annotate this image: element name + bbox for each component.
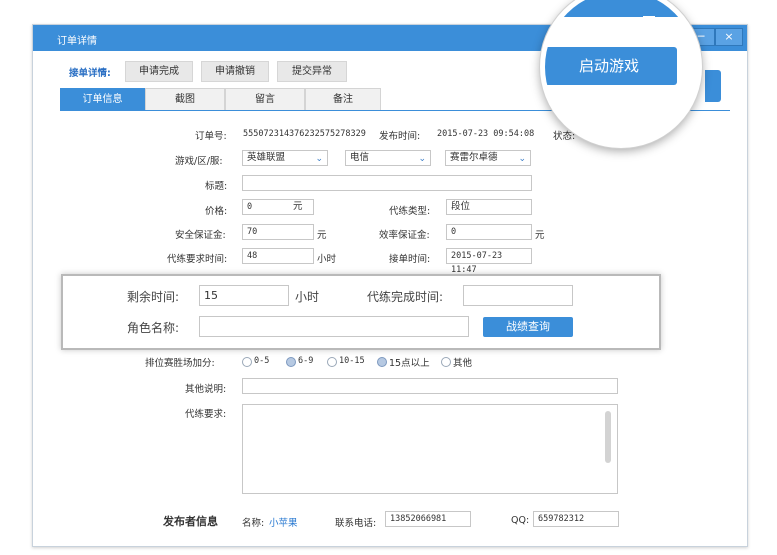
radio-option[interactable] xyxy=(327,357,337,367)
publish-time-value: 2015-07-23 09:54:08 xyxy=(437,129,535,139)
requirement-label: 代练要求: xyxy=(185,409,227,420)
note-label: 其他说明: xyxy=(185,384,227,395)
price-input[interactable]: 0 元 xyxy=(242,199,314,215)
publisher-phone-value: 13852066981 xyxy=(385,511,471,527)
deposit-unit: 元 xyxy=(317,230,327,241)
toolbar-label: 接单详情: xyxy=(69,68,111,79)
type-label: 代练类型: xyxy=(389,206,431,217)
publisher-name-link[interactable]: 小苹果 xyxy=(269,515,298,529)
server-select-value: 赛雷尔卓德 xyxy=(450,152,498,163)
chevron-down-icon: ⌄ xyxy=(315,154,323,164)
radio-option[interactable] xyxy=(377,357,387,367)
tab-screenshot[interactable]: 截图 xyxy=(145,88,225,110)
radio-option[interactable] xyxy=(242,357,252,367)
bonus-label: 排位赛胜场加分: xyxy=(145,358,215,369)
radio-label: 0-5 xyxy=(254,356,270,366)
publisher-name-label: 名称: xyxy=(242,518,265,529)
requirement-textarea[interactable] xyxy=(242,404,618,494)
server-select[interactable]: 赛雷尔卓德 ⌄ xyxy=(445,150,531,166)
radio-label: 6-9 xyxy=(298,356,314,366)
accept-time-input[interactable]: 2015-07-23 11:47 xyxy=(446,248,532,275)
deposit-label: 安全保证金: xyxy=(175,230,226,241)
req-time-label: 代练要求时间: xyxy=(167,254,228,265)
title-label: 标题: xyxy=(205,181,228,192)
launch-game-button[interactable]: 启动游戏 xyxy=(545,47,677,85)
type-input[interactable]: 段位 xyxy=(446,199,532,215)
order-no-value: 555072314376232575278329 xyxy=(243,129,366,139)
price-label: 价格: xyxy=(205,206,228,217)
apply-cancel-button[interactable]: 申请撤销 xyxy=(201,61,269,82)
finish-time-input[interactable] xyxy=(463,285,573,306)
eff-deposit-unit: 元 xyxy=(535,230,545,241)
tab-remark[interactable]: 备注 xyxy=(305,88,381,110)
region-select[interactable]: 电信 ⌄ xyxy=(345,150,431,166)
radio-label: 其他 xyxy=(453,358,473,369)
apply-complete-button[interactable]: 申请完成 xyxy=(125,61,193,82)
window-title: 订单详情 xyxy=(57,36,97,47)
order-no-label: 订单号: xyxy=(195,131,227,142)
eff-deposit-label: 效率保证金: xyxy=(379,230,430,241)
deposit-input[interactable]: 70 xyxy=(242,224,314,240)
remain-time-input[interactable]: 15 xyxy=(199,285,289,306)
price-unit: 元 xyxy=(293,201,303,212)
game-select-value: 英雄联盟 xyxy=(247,152,286,163)
publish-time-label: 发布时间: xyxy=(379,131,421,142)
chevron-down-icon: ⌄ xyxy=(518,154,526,164)
role-name-input[interactable] xyxy=(199,316,469,337)
eff-deposit-input[interactable]: 0 xyxy=(446,224,532,240)
tab-order-info[interactable]: 订单信息 xyxy=(60,88,145,110)
remain-time-unit: 小时 xyxy=(295,290,320,304)
price-value: 0 xyxy=(247,202,253,212)
req-time-input[interactable]: 48 xyxy=(242,248,314,264)
chevron-down-icon: ⌄ xyxy=(418,154,426,164)
highlight-panel: 剩余时间: 15 小时 代练完成时间: 角色名称: 战绩查询 xyxy=(61,274,661,350)
scrollbar-thumb[interactable] xyxy=(605,411,611,463)
close-icon[interactable]: × xyxy=(715,28,743,46)
finish-time-label: 代练完成时间: xyxy=(367,290,444,304)
title-input[interactable] xyxy=(242,175,532,191)
req-time-unit: 小时 xyxy=(317,254,337,265)
tab-message[interactable]: 留言 xyxy=(225,88,305,110)
remain-time-label: 剩余时间: xyxy=(127,290,180,304)
publisher-qq-label: QQ: xyxy=(511,515,530,526)
publisher-qq-value: 659782312 xyxy=(533,511,619,527)
accept-time-label: 接单时间: xyxy=(389,254,431,265)
record-query-button[interactable]: 战绩查询 xyxy=(483,317,573,337)
game-select[interactable]: 英雄联盟 ⌄ xyxy=(242,150,328,166)
submit-exception-button[interactable]: 提交异常 xyxy=(277,61,347,82)
server-label: 游戏/区/服: xyxy=(175,156,223,167)
radio-option[interactable] xyxy=(286,357,296,367)
radio-label: 15点以上 xyxy=(389,358,430,369)
note-input[interactable] xyxy=(242,378,618,394)
radio-label: 10-15 xyxy=(339,356,365,366)
magnified-minimize-icon xyxy=(643,16,655,18)
magnified-titlebar xyxy=(545,0,697,17)
publisher-phone-label: 联系电话: xyxy=(335,518,377,529)
role-name-label: 角色名称: xyxy=(127,321,180,335)
radio-option[interactable] xyxy=(441,357,451,367)
launch-button-edge[interactable] xyxy=(705,70,721,102)
region-select-value: 电信 xyxy=(350,152,370,163)
publisher-heading: 发布者信息 xyxy=(163,515,218,528)
